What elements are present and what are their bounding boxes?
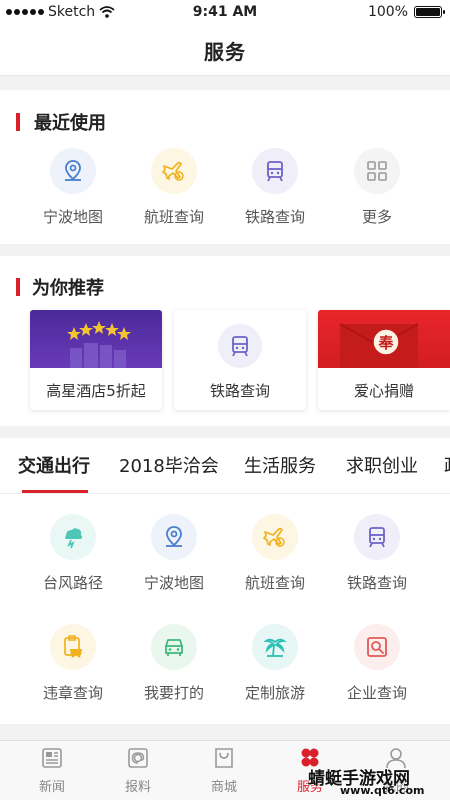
rec-card-hotel[interactable]: 高星酒店5折起: [30, 310, 162, 410]
train-icon: [174, 310, 306, 368]
bottom-tab-report[interactable]: 报料: [108, 747, 168, 795]
plane-icon: [252, 514, 298, 560]
map-pin-icon: [50, 148, 96, 194]
violation-icon: [50, 624, 96, 670]
recent-item-label: 更多: [361, 208, 392, 226]
bottom-tab-label: 新闻: [38, 780, 65, 795]
service-travel[interactable]: 定制旅游: [225, 624, 325, 703]
tab-jobs[interactable]: 求职创业: [346, 452, 418, 478]
rec-card-label: 高星酒店5折起: [46, 382, 146, 400]
service-label: 违章查询: [42, 684, 103, 702]
section-accent-bar: [16, 278, 20, 296]
service-label: 铁路查询: [346, 574, 407, 592]
recent-section: 最近使用 宁波地图 航班查询 铁路查询 更多: [0, 90, 450, 244]
taxi-icon: [151, 624, 197, 670]
typhoon-icon: [50, 514, 96, 560]
rec-card-label: 铁路查询: [209, 382, 270, 400]
active-tab-indicator: [22, 490, 88, 493]
service-label: 宁波地图: [143, 574, 204, 592]
recent-item-train[interactable]: 铁路查询: [225, 148, 325, 227]
red-envelope-icon: 奉: [318, 310, 450, 368]
tab-expo[interactable]: 2018毕洽会: [119, 452, 219, 478]
section-title: 最近使用: [34, 113, 106, 134]
shop-icon: [215, 748, 233, 768]
bottom-tab-shop[interactable]: 商城: [194, 747, 254, 795]
recent-item-label: 宁波地图: [42, 208, 103, 226]
recent-header: 最近使用: [16, 109, 106, 135]
service-company[interactable]: 企业查询: [327, 624, 427, 703]
tab-life[interactable]: 生活服务: [244, 452, 316, 478]
service-flight[interactable]: 航班查询: [225, 514, 325, 593]
rec-card-label: 爱心捐赠: [353, 382, 414, 400]
grid-icon: [354, 148, 400, 194]
battery-percent: 100%: [367, 4, 408, 20]
category-tabs: 交通出行 2018毕洽会 生活服务 求职创业 政: [0, 438, 450, 494]
nav-bar: 服务: [0, 26, 450, 76]
service-label: 定制旅游: [244, 684, 305, 702]
rec-card-train[interactable]: 铁路查询: [174, 310, 306, 410]
travel-icon: [252, 624, 298, 670]
news-icon: [42, 748, 62, 768]
train-icon: [252, 148, 298, 194]
company-search-icon: [354, 624, 400, 670]
tab-gov[interactable]: 政: [444, 452, 450, 478]
recent-item-more[interactable]: 更多: [327, 148, 427, 227]
section-title: 为你推荐: [32, 278, 104, 299]
recommend-section: 为你推荐 高星酒店5折起 铁路查询 奉 爱心捐赠: [0, 256, 450, 426]
section-accent-bar: [16, 113, 20, 131]
train-icon: [354, 514, 400, 560]
service-label: 我要打的: [143, 684, 204, 702]
hotel-icon: [30, 310, 162, 368]
service-label: 航班查询: [244, 574, 305, 592]
service-typhoon[interactable]: 台风路径: [23, 514, 123, 593]
status-right: 100%: [367, 4, 445, 20]
tab-traffic[interactable]: 交通出行: [18, 452, 90, 478]
service-taxi[interactable]: 我要打的: [124, 624, 224, 703]
category-section: 交通出行 2018毕洽会 生活服务 求职创业 政 台风路径 宁波地图 航班查询 …: [0, 438, 450, 724]
recent-item-map[interactable]: 宁波地图: [23, 148, 123, 227]
recent-item-flight[interactable]: 航班查询: [124, 148, 224, 227]
service-map[interactable]: 宁波地图: [124, 514, 224, 593]
service-violation[interactable]: 违章查询: [23, 624, 123, 703]
donation-badge-text: 奉: [378, 334, 394, 352]
bottom-tab-label: 商城: [210, 780, 237, 795]
recent-item-label: 航班查询: [143, 208, 204, 226]
battery-fill: [416, 8, 440, 16]
page-title: 服务: [204, 40, 246, 64]
status-bar: Sketch 9:41 AM 100%: [0, 0, 450, 26]
recent-item-label: 铁路查询: [244, 208, 305, 226]
service-train[interactable]: 铁路查询: [327, 514, 427, 593]
recommend-header: 为你推荐: [16, 274, 104, 300]
plane-icon: [151, 148, 197, 194]
service-label: 台风路径: [42, 574, 103, 592]
map-pin-icon: [151, 514, 197, 560]
watermark-url: www.qt6.com: [340, 784, 425, 797]
battery-icon: [414, 6, 445, 18]
report-icon: [128, 748, 148, 768]
service-label: 企业查询: [346, 684, 407, 702]
bottom-tab-news[interactable]: 新闻: [22, 747, 82, 795]
rec-card-donation[interactable]: 奉 爱心捐赠: [318, 310, 450, 410]
bottom-tab-label: 报料: [124, 780, 151, 795]
